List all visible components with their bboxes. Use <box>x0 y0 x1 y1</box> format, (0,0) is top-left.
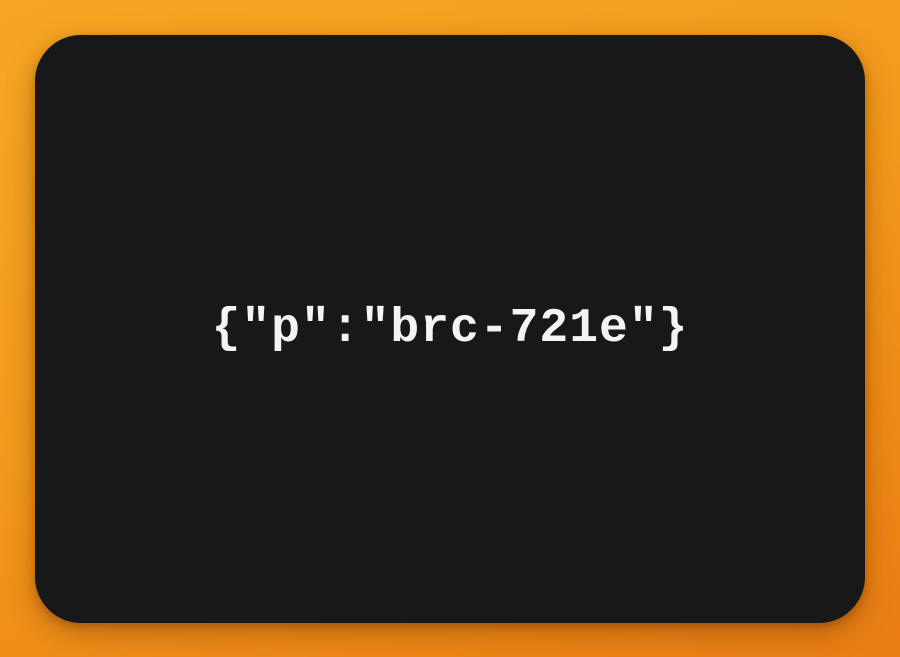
json-inscription-text: {"p":"brc-721e"} <box>211 302 689 356</box>
code-card: {"p":"brc-721e"} <box>35 35 865 623</box>
